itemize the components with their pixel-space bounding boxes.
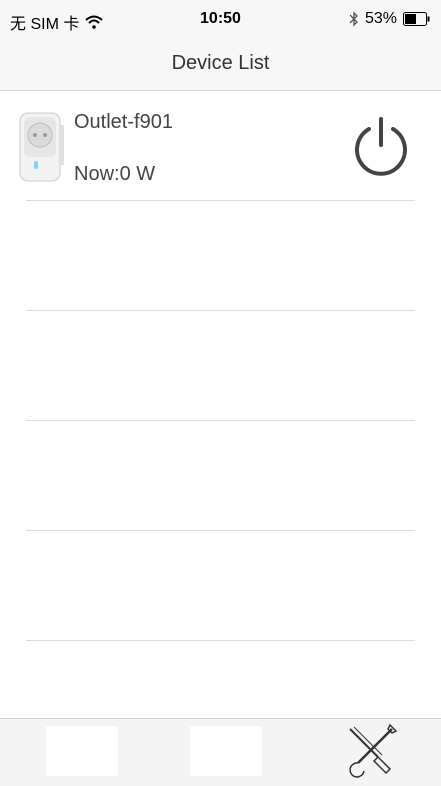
device-list: Outlet-f901 Now:0 W (0, 91, 441, 641)
outlet-plug-icon (18, 111, 66, 183)
empty-row (0, 531, 441, 641)
bluetooth-icon (349, 11, 359, 27)
device-name: Outlet-f901 (74, 111, 173, 133)
empty-row (0, 311, 441, 421)
battery-percent: 53% (364, 10, 397, 27)
page-title: Device List (171, 52, 270, 74)
tab-item-2[interactable] (190, 726, 262, 776)
status-right: 53% (349, 10, 431, 28)
device-power-reading: Now:0 W (74, 163, 156, 185)
status-bar: 无 SIM 卡 10:50 53% (0, 0, 441, 40)
power-icon[interactable] (349, 115, 413, 179)
empty-row (0, 421, 441, 531)
tab-bar (0, 718, 441, 786)
tab-item-1[interactable] (46, 726, 118, 776)
row-divider (26, 640, 415, 641)
navigation-bar: Device List (0, 40, 441, 91)
tools-icon[interactable] (340, 721, 402, 781)
battery-icon (403, 12, 431, 26)
empty-row (0, 201, 441, 311)
device-row[interactable]: Outlet-f901 Now:0 W (0, 91, 441, 201)
